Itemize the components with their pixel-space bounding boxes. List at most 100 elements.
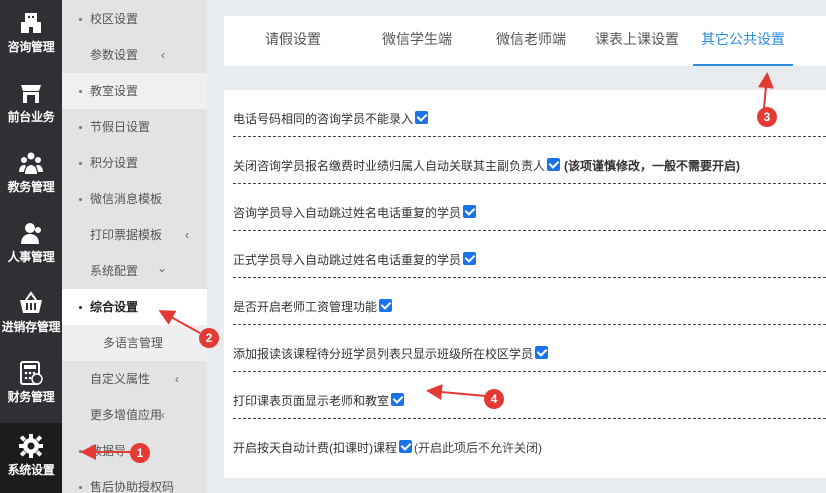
submenu-item[interactable]: 打印票据模板 ‹ <box>62 217 207 253</box>
submenu-label: 综合设置 <box>90 300 139 314</box>
nav-frontdesk[interactable]: 前台业务 <box>0 70 62 140</box>
nav-finance[interactable]: 财务管理 <box>0 350 62 420</box>
setting-label: 添加报读该课程待分班学员列表只显示班级所在校区学员 <box>233 347 534 361</box>
setting-checkbox[interactable] <box>547 158 561 171</box>
tab-wechat-student[interactable]: 微信学生端 <box>362 16 472 66</box>
tab-leave[interactable]: 请假设置 <box>242 16 344 66</box>
submenu-label: 参数设置 <box>90 48 139 62</box>
setting-checkbox[interactable] <box>379 299 393 312</box>
settings-panel: 电话号码相同的咨询学员不能录入 关闭咨询学员报名缴费时业绩归属人自动关联其主副负… <box>224 90 826 478</box>
setting-checkbox[interactable] <box>399 440 412 453</box>
calculator-icon <box>20 361 43 385</box>
main-nav-rail: 咨询管理 前台业务 教务管理 人事管理 进销存管理 财务管理 系统设置 <box>0 0 62 493</box>
submenu-item-active[interactable]: 综合设置 <box>62 289 207 325</box>
nav-system-settings[interactable]: 系统设置 <box>0 423 62 493</box>
submenu-label: 系统配置 <box>90 264 139 278</box>
tab-other-public[interactable]: 其它公共设置 <box>693 16 793 66</box>
setting-checkbox[interactable] <box>391 393 405 406</box>
setting-row: 电话号码相同的咨询学员不能录入 <box>233 90 826 137</box>
nav-consult[interactable]: 咨询管理 <box>0 0 62 70</box>
bullet-icon <box>79 18 82 22</box>
submenu-item[interactable]: 自定义属性 ‹ <box>62 361 207 397</box>
chevron-left-icon: ‹ <box>185 228 189 242</box>
submenu-label: 打印票据模板 <box>90 228 163 242</box>
submenu-item[interactable]: 更多增值应用 ‹ <box>62 397 207 433</box>
submenu-label: 数据导 <box>90 444 127 458</box>
submenu-label: 售后协助授权码 <box>90 480 175 493</box>
bullet-icon <box>79 198 82 202</box>
settings-tabs: 请假设置 微信学生端 微信老师端 课表上课设置 其它公共设置 <box>224 16 826 66</box>
setting-row: 正式学员导入自动跳过姓名电话重复的学员 <box>233 231 826 278</box>
people-group-icon <box>19 152 43 174</box>
submenu-label: 微信消息模板 <box>90 192 163 206</box>
setting-label: 电话号码相同的咨询学员不能录入 <box>233 112 414 126</box>
store-icon <box>21 85 41 103</box>
setting-label: 咨询学员导入自动跳过姓名电话重复的学员 <box>233 206 462 220</box>
tab-schedule[interactable]: 课表上课设置 <box>582 16 692 66</box>
setting-row: 添加报读该课程待分班学员列表只显示班级所在校区学员 <box>233 325 826 372</box>
submenu-item[interactable]: 多语言管理 <box>62 325 207 361</box>
chevron-left-icon: ‹ <box>161 48 165 62</box>
submenu-label: 多语言管理 <box>103 336 164 350</box>
setting-row: 是否开启老师工资管理功能 <box>233 278 826 325</box>
setting-label: 开启按天自动计费(扣课时)课程 <box>233 441 397 455</box>
tab-wechat-teacher[interactable]: 微信老师端 <box>476 16 586 66</box>
nav-academic[interactable]: 教务管理 <box>0 140 62 210</box>
nav-hr[interactable]: 人事管理 <box>0 210 62 280</box>
submenu-item[interactable]: 参数设置 ‹ <box>62 37 207 73</box>
submenu-label: 教室设置 <box>90 84 139 98</box>
bullet-icon <box>79 90 82 94</box>
setting-row: 咨询学员导入自动跳过姓名电话重复的学员 <box>233 184 826 231</box>
bullet-icon <box>79 306 82 310</box>
setting-label: 打印课表页面显示老师和教室 <box>233 394 390 408</box>
nav-label: 咨询管理 <box>7 40 55 54</box>
annotation-badge-3: 3 <box>757 107 777 127</box>
setting-row: 开启按天自动计费(扣课时)课程 (开启此项后不允许关闭) <box>233 419 826 466</box>
setting-checkbox[interactable] <box>535 346 549 359</box>
settings-submenu: 校区设置 参数设置 ‹ 教室设置 节假日设置 积分设置 微信消息模板 打印票据模板… <box>62 0 207 493</box>
nav-label: 进销存管理 <box>1 320 61 334</box>
bullet-icon <box>79 126 82 130</box>
submenu-label: 自定义属性 <box>90 372 151 386</box>
building-icon <box>21 13 41 33</box>
submenu-item[interactable]: 微信消息模板 <box>62 181 207 217</box>
submenu-label: 积分设置 <box>90 156 139 170</box>
submenu-item[interactable]: 节假日设置 <box>62 109 207 145</box>
chevron-left-icon: ‹ <box>161 408 165 422</box>
nav-label: 前台业务 <box>7 110 55 124</box>
submenu-item[interactable]: 教室设置 <box>62 73 207 109</box>
bullet-icon <box>79 450 82 454</box>
setting-row: 关闭咨询学员报名缴费时业绩归属人自动关联其主副负责人 (该项谨慎修改，一般不需要开… <box>233 137 826 184</box>
submenu-label: 更多增值应用 <box>90 408 163 422</box>
basket-icon <box>20 291 42 313</box>
submenu-label: 节假日设置 <box>90 120 151 134</box>
setting-checkbox[interactable] <box>463 205 477 218</box>
submenu-item[interactable]: 售后协助授权码 <box>62 469 207 493</box>
bullet-icon <box>79 486 82 490</box>
annotation-badge-2: 2 <box>199 328 219 348</box>
nav-inventory[interactable]: 进销存管理 <box>0 280 62 350</box>
setting-label: 关闭咨询学员报名缴费时业绩归属人自动关联其主副负责人 <box>233 159 546 173</box>
nav-label: 系统设置 <box>7 463 55 477</box>
setting-note: (开启此项后不允许关闭) <box>414 441 542 455</box>
submenu-label: 校区设置 <box>90 12 139 26</box>
gear-icon <box>19 434 43 458</box>
annotation-badge-1: 1 <box>130 443 150 463</box>
nav-label: 教务管理 <box>7 180 55 194</box>
chevron-down-icon: ⌄ <box>156 261 167 275</box>
submenu-item[interactable]: 积分设置 <box>62 145 207 181</box>
setting-label: 正式学员导入自动跳过姓名电话重复的学员 <box>233 253 462 267</box>
setting-label: 是否开启老师工资管理功能 <box>233 300 378 314</box>
annotation-badge-4: 4 <box>484 389 504 409</box>
submenu-item[interactable]: 系统配置 ⌄ <box>62 253 207 289</box>
nav-label: 人事管理 <box>7 250 55 264</box>
setting-warning-note: (该项谨慎修改，一般不需要开启) <box>564 159 741 173</box>
setting-row: 打印课表页面显示老师和教室 <box>233 372 826 419</box>
person-icon <box>21 223 41 244</box>
submenu-item[interactable]: 校区设置 <box>62 1 207 37</box>
setting-checkbox[interactable] <box>463 252 477 265</box>
setting-checkbox[interactable] <box>415 111 429 124</box>
chevron-left-icon: ‹ <box>175 372 179 386</box>
bullet-icon <box>79 162 82 166</box>
nav-label: 财务管理 <box>7 390 55 404</box>
